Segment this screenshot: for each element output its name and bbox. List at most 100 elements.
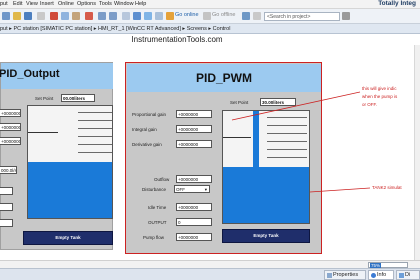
integral-gain-label: Integral gain [132, 127, 157, 132]
proportional-gain-label: Proportional gain [132, 112, 167, 117]
integral-gain-field[interactable]: +0000000 [176, 125, 212, 133]
tab-properties-label: Properties [333, 272, 359, 278]
tab-info-label: Info [377, 272, 387, 278]
tab-info[interactable]: Info [368, 270, 394, 280]
pid-pwm-header: PID_PWM [127, 64, 321, 92]
disturbance-dropdown[interactable]: OFF ▾ [174, 185, 210, 193]
pid-output-header: PID_Output [0, 63, 113, 89]
set-point-label: Set Point [230, 100, 249, 105]
copy-icon[interactable] [61, 12, 69, 20]
pid-output-title: PID_Output [0, 68, 60, 80]
delete-icon[interactable] [85, 12, 93, 20]
set-point-field[interactable]: 30.00liters [260, 98, 296, 106]
pwm-tank [222, 110, 310, 224]
disturbance-value: OFF [176, 187, 185, 192]
left-set-point-label: Set Point [35, 96, 54, 101]
left-gain-field-3[interactable]: +0000000 [0, 137, 21, 145]
left-tank [27, 105, 113, 219]
compile-icon[interactable] [122, 12, 130, 20]
inspector-tabs: Properties Info Di [0, 268, 420, 280]
menu-view[interactable]: View [26, 1, 38, 7]
go-offline-icon [203, 12, 211, 20]
pump-note-line-1: this will give indic [362, 86, 397, 91]
properties-icon [327, 273, 332, 278]
pump-flow-label: Pump flow [143, 235, 165, 240]
left-tank-tick [78, 128, 112, 129]
app-brand: Totally Integ [378, 0, 416, 7]
left-field-blank-1[interactable] [0, 187, 13, 195]
left-tank-tick [78, 152, 112, 153]
go-online-button[interactable]: Go online [175, 12, 199, 18]
pid-pwm-panel: PID_PWM Set Point 30.00liters Proportion… [125, 62, 322, 254]
tab-properties[interactable]: Properties [324, 270, 366, 280]
left-set-point-field[interactable]: 00.00liters [61, 94, 95, 102]
open-project-icon[interactable] [13, 12, 21, 20]
pump-note-line-3: or OFF. [362, 102, 378, 107]
new-project-icon[interactable] [2, 12, 10, 20]
left-field-blank-3[interactable] [0, 219, 13, 227]
menu-bar: put Edit View Insert Online Options Tool… [0, 0, 420, 9]
menu-window[interactable]: Window [114, 1, 134, 7]
menu-help[interactable]: Help [135, 1, 146, 7]
download-icon[interactable] [133, 12, 141, 20]
tab-diagnostics[interactable]: Di [396, 270, 420, 280]
left-tank-tick [78, 112, 112, 113]
simulate-icon[interactable] [155, 12, 163, 20]
pump-flow-field[interactable]: +0000000 [176, 233, 212, 241]
left-tank-water [28, 162, 112, 218]
accessible-devices-icon[interactable] [242, 12, 250, 20]
menu-options[interactable]: Options [77, 1, 96, 7]
search-icon[interactable] [342, 12, 350, 20]
pwm-tank-tick [267, 149, 307, 150]
menu-tools[interactable]: Tools [99, 1, 112, 7]
tank-note: TANK2 simulat [372, 185, 402, 190]
watermark-text: InstrumentationTools.com [131, 35, 223, 44]
left-rate-field[interactable]: 000.0l/sec [0, 166, 17, 174]
toolbar: Go online Go offline <Search in project> [0, 9, 420, 24]
pwm-tank-tick [267, 141, 307, 142]
idle-time-label: Idle Time [148, 205, 167, 210]
cut-icon[interactable] [50, 12, 58, 20]
left-gain-field-2[interactable]: +0000000 [0, 123, 21, 131]
vertical-scrollbar[interactable] [414, 45, 420, 260]
pump-note-line-2: when the pump is [362, 94, 398, 99]
upload-icon[interactable] [144, 12, 152, 20]
proportional-gain-field[interactable]: +0000000 [176, 110, 212, 118]
project-search-input[interactable]: <Search in project> [264, 12, 340, 21]
menu-insert[interactable]: Insert [40, 1, 54, 7]
go-offline-button[interactable]: Go offline [212, 12, 235, 18]
pwm-tank-tick [267, 157, 307, 158]
menu-project[interactable]: put [0, 1, 8, 7]
idle-time-field[interactable]: +0000000 [176, 203, 212, 211]
left-tank-level-marker [28, 132, 58, 133]
left-empty-tank-button[interactable]: Empty Tank [23, 231, 113, 245]
menu-edit[interactable]: Edit [13, 1, 22, 7]
tab-diagnostics-label: Di [405, 272, 411, 278]
outflow-field[interactable]: +0000000 [176, 175, 212, 183]
print-icon[interactable] [37, 12, 45, 20]
left-field-blank-2[interactable] [0, 203, 13, 211]
derivative-gain-label: Derivative gain [132, 142, 162, 147]
split-editor-icon[interactable] [253, 12, 261, 20]
redo-icon[interactable] [109, 12, 117, 20]
output-field[interactable]: 0 [176, 218, 212, 226]
left-tank-tick [78, 136, 112, 137]
info-icon [371, 273, 376, 278]
pump-indicator-bar [253, 111, 259, 223]
left-gain-field-1[interactable]: +0000000 [0, 109, 21, 117]
paste-icon[interactable] [72, 12, 80, 20]
diagnostics-icon [399, 273, 404, 278]
pwm-tank-tick [267, 125, 307, 126]
undo-icon[interactable] [98, 12, 106, 20]
pwm-tank-tick [267, 117, 307, 118]
pid-output-panel: PID_Output Set Point 00.00liters +000000… [0, 62, 113, 250]
empty-tank-button[interactable]: Empty Tank [222, 229, 310, 243]
menu-online[interactable]: Online [58, 1, 74, 7]
left-tank-tick [78, 120, 112, 121]
chevron-down-icon: ▾ [204, 187, 207, 192]
output-label: OUTPUT [148, 220, 167, 225]
breadcrumb: put ▸ PC station [SIMATIC PC station] ▸ … [0, 24, 420, 34]
save-project-icon[interactable] [24, 12, 32, 20]
derivative-gain-field[interactable]: +0000000 [176, 140, 212, 148]
outflow-label: Outflow [154, 177, 170, 182]
